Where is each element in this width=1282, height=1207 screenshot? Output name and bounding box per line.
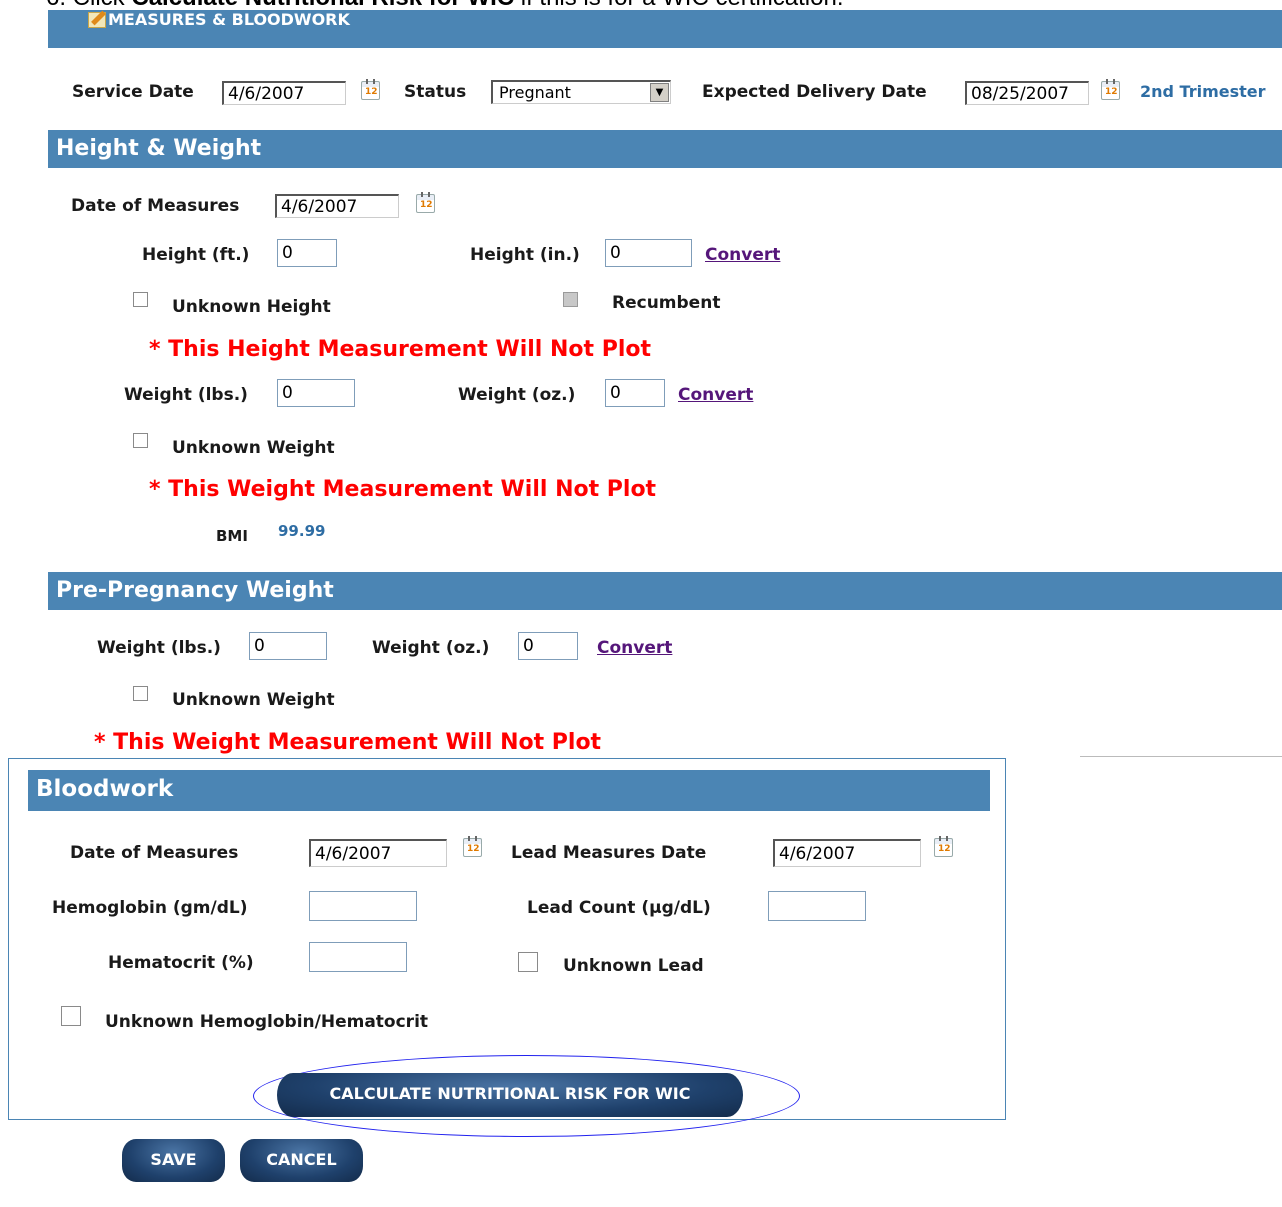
pre-pregnancy-section-header: Pre-Pregnancy Weight: [48, 572, 1282, 610]
height-weight-section-header: Height & Weight: [48, 130, 1282, 168]
height-convert-link[interactable]: Convert: [705, 245, 780, 265]
pre-unknown-weight-label: Unknown Weight: [172, 690, 335, 710]
pre-weight-lbs-input[interactable]: [249, 632, 327, 660]
calendar-icon[interactable]: 12: [463, 836, 482, 857]
height-ft-label: Height (ft.): [142, 245, 250, 265]
weight-oz-label: Weight (oz.): [458, 385, 576, 405]
weight-warning: * This Weight Measurement Will Not Plot: [149, 477, 657, 502]
page-header-bar: MEASURES & BLOODWORK: [48, 10, 1282, 48]
bloodwork-title: Bloodwork: [36, 776, 174, 802]
cancel-button[interactable]: CANCEL: [240, 1139, 363, 1182]
status-selected-value: Pregnant: [499, 83, 571, 102]
service-date-input[interactable]: [222, 81, 346, 105]
lead-count-input[interactable]: [768, 891, 866, 921]
service-date-label: Service Date: [72, 82, 194, 102]
unknown-lead-label: Unknown Lead: [563, 956, 704, 976]
bloodwork-section-header: Bloodwork: [28, 770, 990, 811]
lead-count-label: Lead Count (µg/dL): [527, 898, 711, 918]
hematocrit-input[interactable]: [309, 942, 407, 972]
pre-weight-convert-link[interactable]: Convert: [597, 638, 672, 658]
section-divider: [1080, 756, 1282, 757]
unknown-hgb-hct-checkbox[interactable]: [61, 1006, 81, 1026]
height-ft-input[interactable]: [277, 239, 337, 267]
weight-lbs-input[interactable]: [277, 379, 355, 407]
calendar-icon[interactable]: 12: [361, 79, 380, 100]
save-button[interactable]: SAVE: [122, 1139, 225, 1182]
pre-pregnancy-title: Pre-Pregnancy Weight: [56, 578, 334, 603]
unknown-height-label: Unknown Height: [172, 297, 331, 317]
unknown-weight-checkbox[interactable]: [133, 433, 148, 448]
chevron-down-icon[interactable]: ▼: [650, 83, 669, 102]
lead-date-label: Lead Measures Date: [511, 843, 707, 863]
expected-delivery-date-label: Expected Delivery Date: [702, 82, 927, 102]
date-of-measures-input[interactable]: [275, 194, 399, 218]
blood-date-label: Date of Measures: [70, 843, 239, 863]
unknown-lead-checkbox[interactable]: [518, 952, 538, 972]
unknown-hgb-hct-label: Unknown Hemoglobin/Hematocrit: [105, 1012, 429, 1032]
hemoglobin-label: Hemoglobin (gm/dL): [52, 898, 248, 918]
height-weight-title: Height & Weight: [56, 136, 262, 161]
date-of-measures-label: Date of Measures: [71, 196, 240, 216]
unknown-height-checkbox[interactable]: [133, 292, 148, 307]
calendar-icon[interactable]: 12: [416, 192, 435, 213]
trimester-text: 2nd Trimester: [1140, 82, 1266, 101]
calculate-nutritional-risk-button[interactable]: CALCULATE NUTRITIONAL RISK FOR WIC: [277, 1073, 743, 1117]
pre-weight-oz-input[interactable]: [518, 632, 578, 660]
recumbent-checkbox[interactable]: [563, 292, 578, 307]
weight-convert-link[interactable]: Convert: [678, 385, 753, 405]
status-select[interactable]: Pregnant ▼: [491, 80, 671, 104]
height-in-input[interactable]: [605, 239, 692, 267]
page-title: MEASURES & BLOODWORK: [108, 10, 350, 29]
pre-weight-lbs-label: Weight (lbs.): [97, 638, 221, 658]
hematocrit-label: Hematocrit (%): [108, 953, 254, 973]
recumbent-label: Recumbent: [612, 293, 721, 313]
blood-date-input[interactable]: [309, 839, 447, 867]
unknown-weight-label: Unknown Weight: [172, 438, 335, 458]
height-in-label: Height (in.): [470, 245, 580, 265]
calendar-icon[interactable]: 12: [1101, 79, 1120, 100]
lead-date-input[interactable]: [773, 839, 921, 867]
pre-weight-oz-label: Weight (oz.): [372, 638, 490, 658]
calendar-icon[interactable]: 12: [934, 836, 953, 857]
height-warning: * This Height Measurement Will Not Plot: [149, 337, 652, 362]
status-label: Status: [404, 82, 467, 102]
hemoglobin-input[interactable]: [309, 891, 417, 921]
pre-weight-warning: * This Weight Measurement Will Not Plot: [94, 730, 602, 755]
weight-oz-input[interactable]: [605, 379, 665, 407]
pre-unknown-weight-checkbox[interactable]: [133, 686, 148, 701]
bmi-label: BMI: [216, 527, 248, 545]
bmi-value: 99.99: [278, 522, 326, 540]
expected-delivery-date-input[interactable]: [965, 81, 1089, 105]
weight-lbs-label: Weight (lbs.): [124, 385, 248, 405]
